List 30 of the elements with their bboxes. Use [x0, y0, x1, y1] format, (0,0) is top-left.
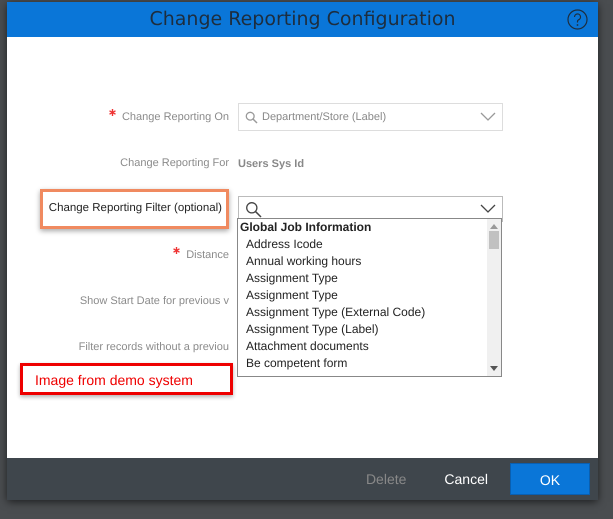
dropdown-option[interactable]: Assignment Type [238, 287, 487, 304]
scroll-up-icon [490, 223, 498, 229]
field-label: Change Reporting For [120, 156, 229, 169]
dropdown-option[interactable]: Assignment Type (Label) [238, 321, 487, 338]
dropdown-option[interactable]: Attachment documents [238, 338, 487, 355]
dropdown-option[interactable]: Annual working hours [238, 253, 487, 270]
chevron-down-icon [480, 112, 496, 122]
chevron-down-icon [480, 204, 496, 214]
dropdown-option[interactable]: Address Icode [238, 236, 487, 253]
dialog-button[interactable]: OK [510, 463, 590, 495]
field-label: Show Start Date for previous v [80, 294, 229, 307]
dialog-title: Change Reporting Configuration [149, 7, 456, 32]
scrollbar-thumb[interactable] [489, 231, 499, 249]
scroll-down-icon [490, 366, 498, 372]
search-icon [245, 110, 258, 124]
field-value: Users Sys Id [238, 158, 304, 170]
dropdown-option[interactable]: Be competent form [238, 355, 487, 372]
field-label: Distance [186, 248, 229, 261]
search-icon [245, 200, 262, 218]
help-icon[interactable] [567, 9, 588, 30]
dialog-button[interactable]: Cancel [428, 462, 504, 496]
field-label: Change Reporting On [122, 110, 229, 123]
field-label: Filter records without a previou [78, 340, 229, 353]
dropdown-option[interactable]: Assignment Type [238, 270, 487, 287]
dropdown-option[interactable]: Assignment Type (External Code) [238, 304, 487, 321]
annotation-note: Image from demo system [20, 363, 233, 395]
group-header: Global Job Information [239, 219, 372, 236]
select-field[interactable]: Department/Store (Label) [238, 103, 503, 131]
scrollbar[interactable] [487, 219, 501, 376]
field-label: Change Reporting Filter (optional) [40, 189, 229, 229]
